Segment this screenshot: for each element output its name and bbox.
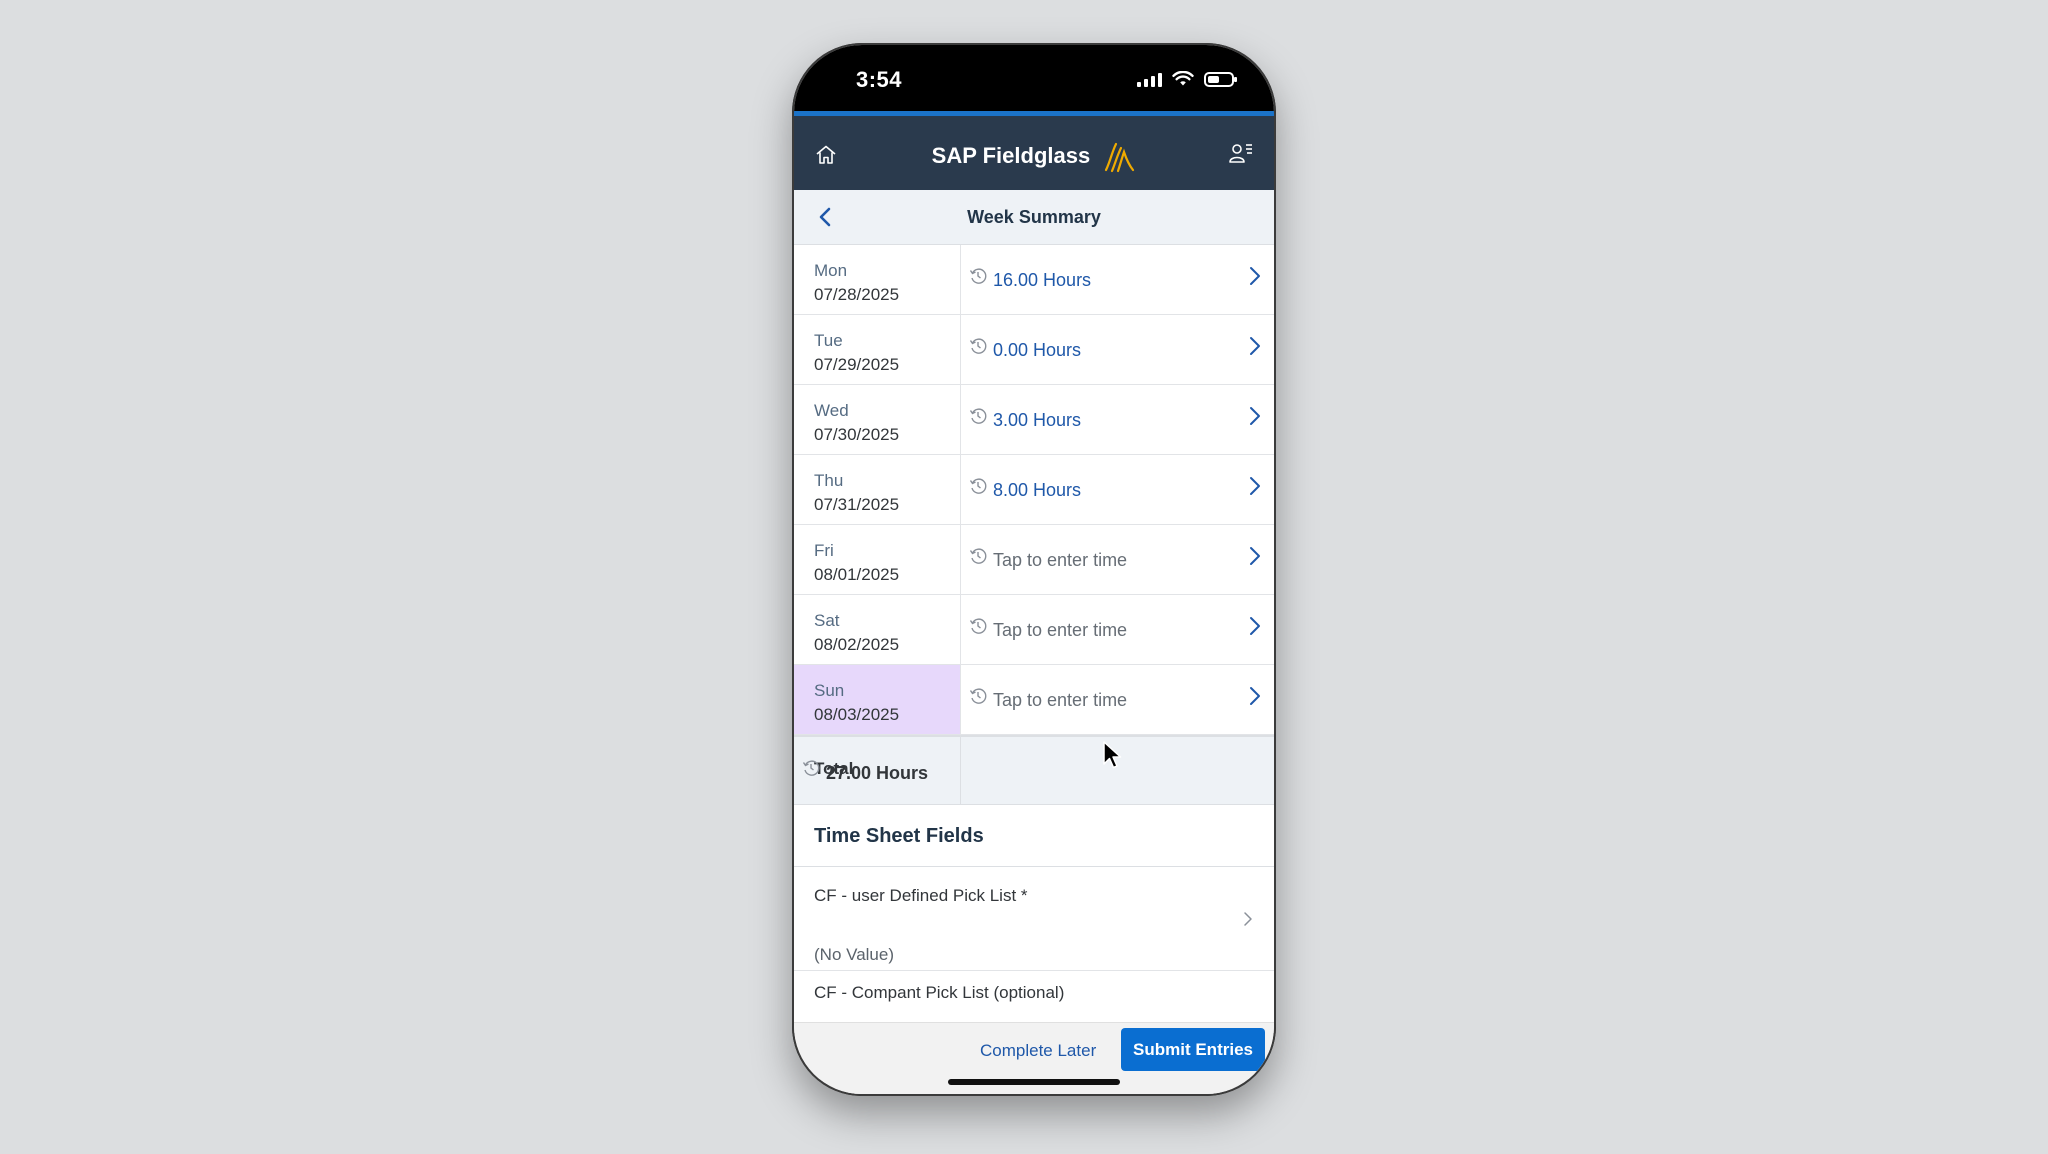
day-name: Fri (814, 541, 834, 560)
day-name: Sun (814, 681, 845, 700)
clock-history-icon (969, 688, 987, 704)
day-name: Wed (814, 401, 849, 420)
time-cell[interactable]: 0.00 Hours (961, 315, 1274, 384)
day-cell: Tue 07/29/2025 (794, 315, 961, 384)
day-row-mon[interactable]: Mon 07/28/2025 16.00 Hours (794, 245, 1274, 315)
brand-title: SAP Fieldglass (794, 140, 1274, 174)
status-icons (1137, 71, 1237, 87)
clock-history-icon (969, 408, 987, 424)
clock-history-icon (969, 548, 987, 564)
time-cell[interactable]: Tap to enter time (961, 665, 1274, 734)
day-date: 07/30/2025 (814, 425, 900, 444)
day-hours: 0.00 Hours (993, 340, 1082, 360)
chevron-right-icon (1250, 617, 1260, 635)
total-hours: 27.00 Hours (826, 763, 929, 783)
chevron-right-icon (1250, 267, 1260, 285)
cellular-signal-icon (1137, 71, 1162, 87)
day-cell: Mon 07/28/2025 (794, 245, 961, 314)
chevron-right-icon (1250, 337, 1260, 355)
section-title: Time Sheet Fields (814, 825, 984, 847)
day-name: Tue (814, 331, 843, 350)
chevron-right-icon (1244, 912, 1252, 926)
fieldglass-logo-icon (1105, 142, 1135, 173)
optional-pick-list-label[interactable]: CF - Compant Pick List (optional) (814, 983, 1064, 1003)
day-date: 08/01/2025 (814, 565, 900, 584)
status-time: 3:54 (856, 67, 903, 92)
day-hours: Tap to enter time (993, 550, 1128, 570)
day-list: Mon 07/28/2025 16.00 Hours Tue 07/29/202… (794, 245, 1274, 805)
day-name: Mon (814, 261, 848, 280)
mouse-cursor-icon (1103, 741, 1122, 769)
wifi-icon (1172, 71, 1194, 86)
complete-later-button[interactable]: Complete Later (980, 1041, 1096, 1061)
day-date: 08/02/2025 (814, 635, 900, 654)
clock-history-icon (969, 478, 987, 494)
day-cell: Wed 07/30/2025 (794, 385, 961, 454)
day-hours: 8.00 Hours (993, 480, 1082, 500)
chevron-right-icon (1250, 477, 1260, 495)
day-name: Thu (814, 471, 844, 490)
app-bar: SAP Fieldglass (794, 116, 1274, 190)
day-hours: Tap to enter time (993, 620, 1128, 640)
field-label: CF - user Defined Pick List * (814, 886, 1028, 905)
time-cell[interactable]: 8.00 Hours (961, 455, 1274, 524)
day-row-sun[interactable]: Sun 08/03/2025 Tap to enter time (794, 665, 1274, 735)
clock-history-icon (802, 760, 820, 776)
submit-entries-button[interactable]: Submit Entries (1121, 1028, 1265, 1071)
brand-name: SAP Fieldglass (931, 142, 1091, 168)
chevron-right-icon (1250, 407, 1260, 425)
chevron-right-icon (1250, 687, 1260, 705)
time-cell[interactable]: 3.00 Hours (961, 385, 1274, 454)
day-date: 08/03/2025 (814, 705, 900, 724)
day-row-tue[interactable]: Tue 07/29/2025 0.00 Hours (794, 315, 1274, 385)
week-summary-header: Week Summary (794, 190, 1274, 245)
pick-list-field[interactable]: CF - user Defined Pick List * (No Value) (794, 867, 1274, 971)
day-cell: Thu 07/31/2025 (794, 455, 961, 524)
profile-settings-icon[interactable] (1228, 141, 1254, 165)
day-cell-selected: Sun 08/03/2025 (794, 665, 961, 734)
status-bar: 3:54 (794, 45, 1274, 114)
time-cell[interactable]: Tap to enter time (961, 595, 1274, 664)
clock-history-icon (969, 268, 987, 284)
day-date: 07/31/2025 (814, 495, 900, 514)
day-hours: Tap to enter time (993, 690, 1128, 710)
day-cell: Sat 08/02/2025 (794, 595, 961, 664)
home-indicator[interactable] (948, 1079, 1120, 1085)
day-hours: 16.00 Hours (993, 270, 1092, 290)
page-title: Week Summary (967, 207, 1101, 227)
day-date: 07/29/2025 (814, 355, 900, 374)
day-cell: Fri 08/01/2025 (794, 525, 961, 594)
day-row-fri[interactable]: Fri 08/01/2025 Tap to enter time (794, 525, 1274, 595)
day-date: 07/28/2025 (814, 285, 900, 304)
total-row: Total 27.00 Hours (794, 735, 1274, 805)
day-name: Sat (814, 611, 840, 630)
clock-history-icon (969, 338, 987, 354)
day-row-sat[interactable]: Sat 08/02/2025 Tap to enter time (794, 595, 1274, 665)
time-cell[interactable]: 16.00 Hours (961, 245, 1274, 314)
day-hours: 3.00 Hours (993, 410, 1082, 430)
battery-icon (1204, 71, 1237, 87)
time-cell[interactable]: Tap to enter time (961, 525, 1274, 594)
day-row-wed[interactable]: Wed 07/30/2025 3.00 Hours (794, 385, 1274, 455)
clock-history-icon (969, 618, 987, 634)
chevron-right-icon (1250, 547, 1260, 565)
phone-screen: 3:54 SAP Fieldglass Week Summary Mon 07/… (794, 45, 1274, 1094)
field-value: (No Value) (814, 945, 894, 964)
day-row-thu[interactable]: Thu 07/31/2025 8.00 Hours (794, 455, 1274, 525)
